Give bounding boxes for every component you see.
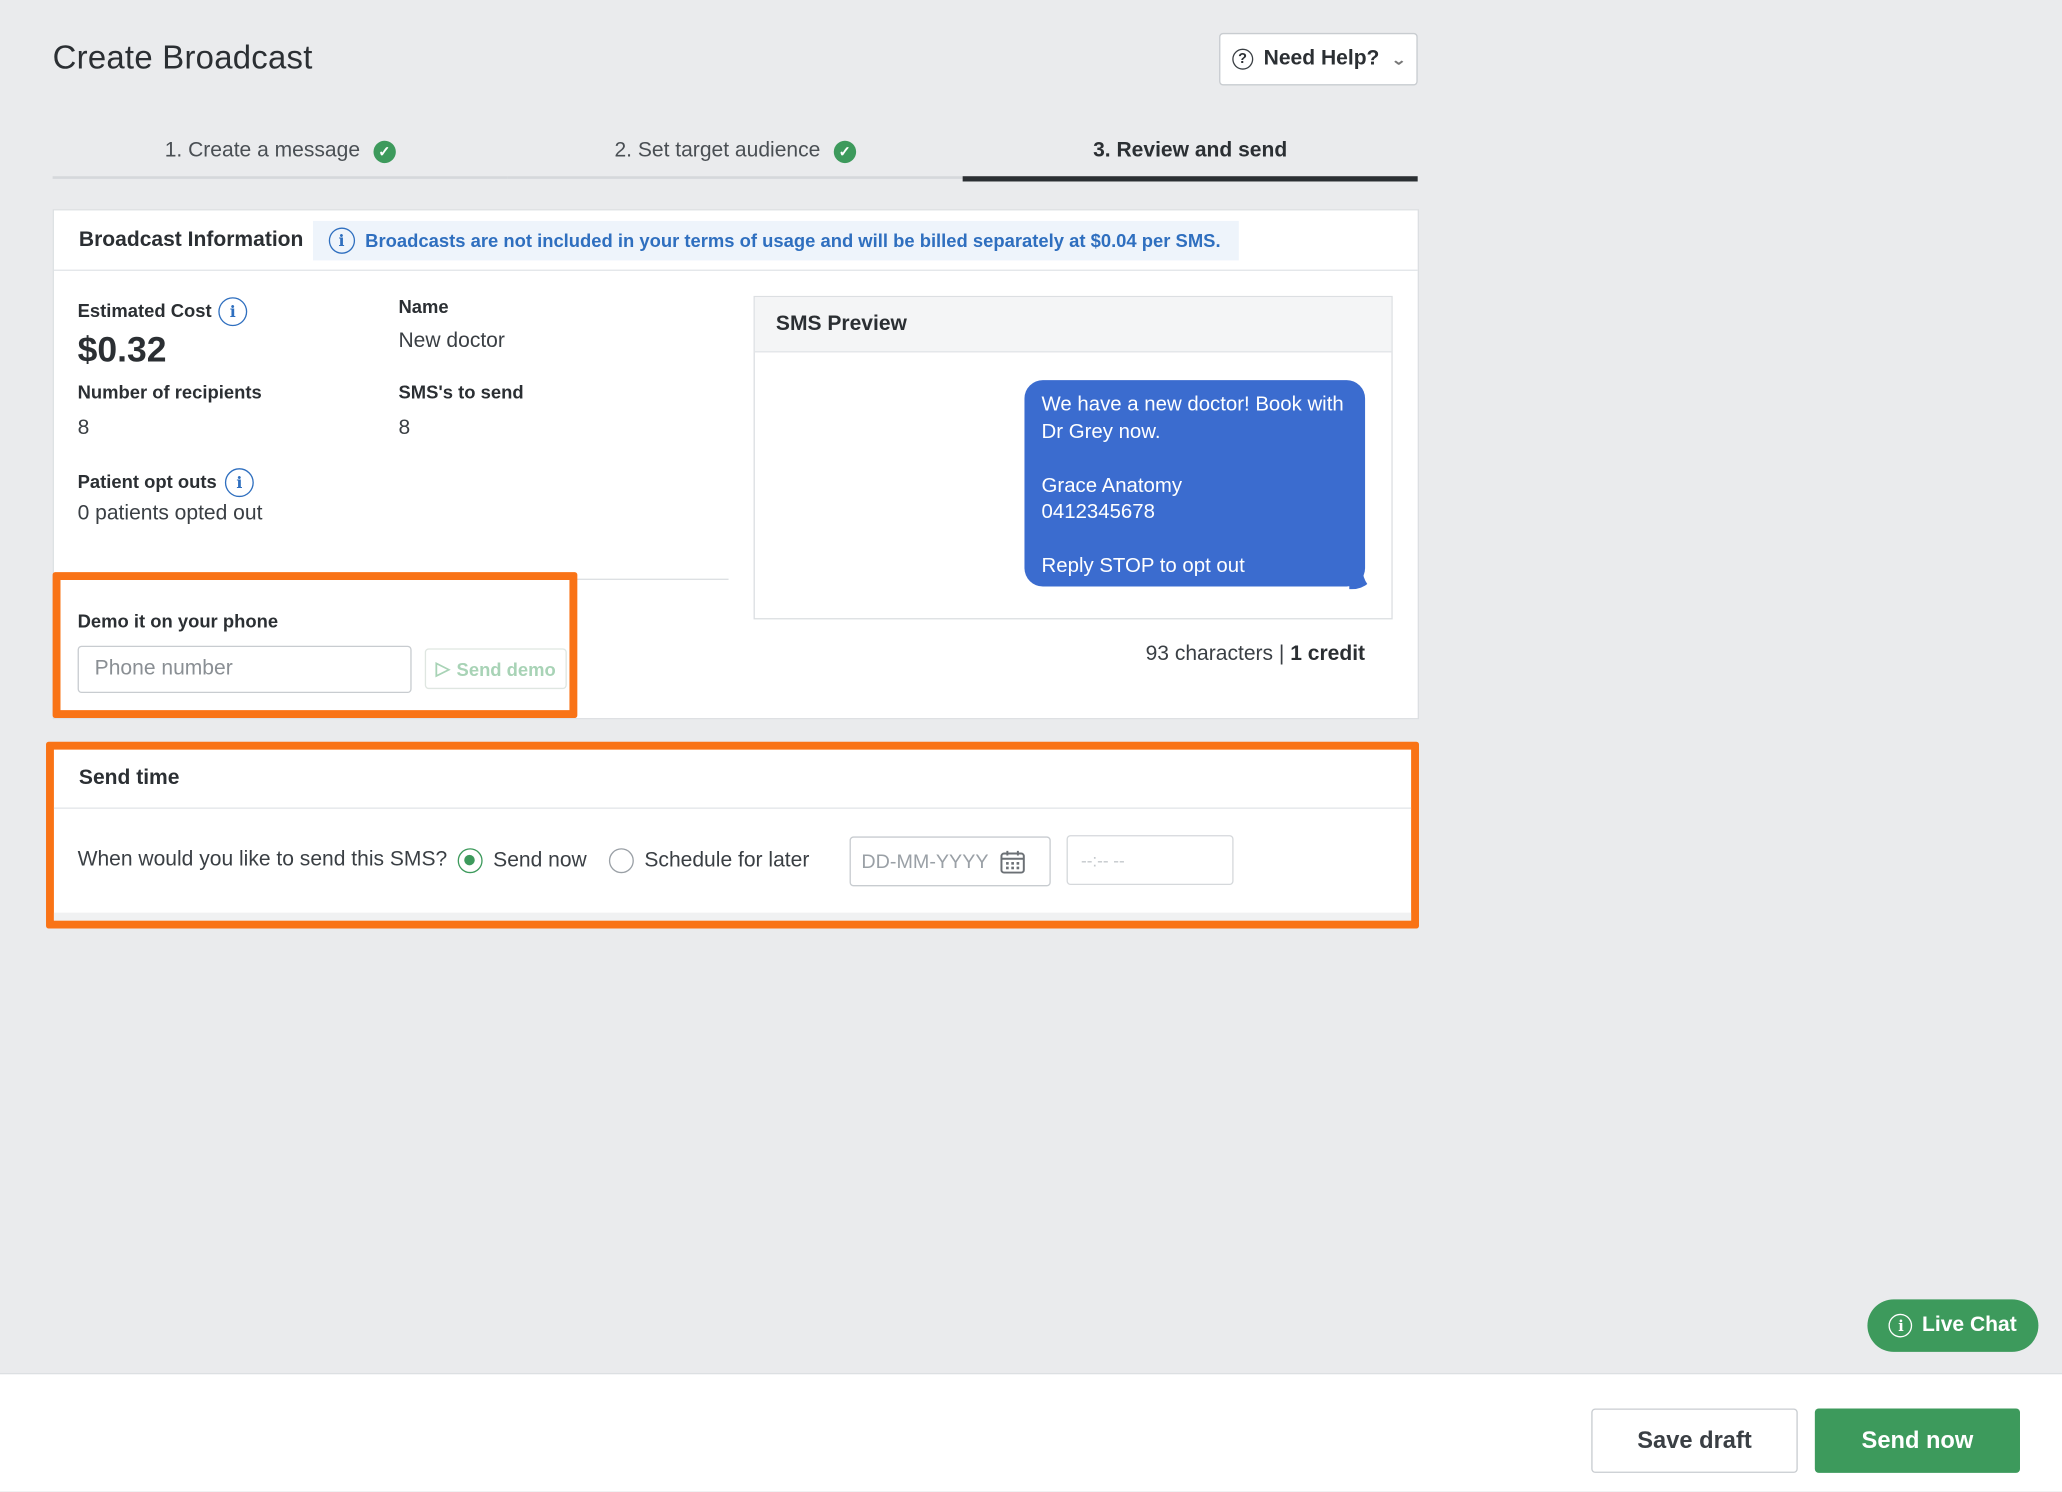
send-now-button[interactable]: Send now — [1814, 1408, 2020, 1473]
send-demo-label: Send demo — [456, 658, 556, 680]
send-now-label: Send now — [493, 848, 587, 872]
date-input[interactable]: DD-MM-YYYY — [849, 836, 1051, 887]
question-icon: ? — [1232, 48, 1254, 70]
schedule-later-radio[interactable] — [608, 848, 634, 874]
step-label: 3. Review and send — [1093, 139, 1288, 162]
name-label: Name — [398, 295, 449, 317]
time-placeholder: --:-- -- — [1081, 850, 1125, 870]
save-draft-button[interactable]: Save draft — [1591, 1408, 1798, 1473]
credits-text: 1 credit — [1290, 643, 1366, 666]
name-value: New doctor — [398, 330, 505, 353]
estimated-cost-info-icon[interactable]: i — [218, 297, 248, 327]
calendar-icon — [1000, 850, 1025, 873]
send-now-option[interactable]: Send now — [457, 848, 587, 874]
sms-to-send-value: 8 — [398, 416, 411, 440]
info-icon: i — [328, 226, 355, 254]
time-input[interactable]: --:-- -- — [1066, 835, 1234, 886]
chat-icon: i — [1889, 1313, 1913, 1338]
estimated-cost-label: Estimated Cost — [77, 299, 212, 321]
tab-review-and-send[interactable]: 3. Review and send — [962, 126, 1418, 182]
characters-text: 93 characters | — [1145, 643, 1291, 666]
sms-bubble: We have a new doctor! Book with Dr Grey … — [1024, 380, 1366, 587]
tab-set-target-audience[interactable]: 2. Set target audience ✓ — [507, 126, 963, 179]
schedule-later-label: Schedule for later — [644, 848, 810, 872]
send-now-radio[interactable] — [457, 848, 483, 874]
check-icon: ✓ — [833, 140, 856, 163]
phone-number-input[interactable] — [77, 645, 412, 694]
step-label: 1. Create a message — [164, 139, 361, 162]
billing-notice: i Broadcasts are not included in your te… — [312, 220, 1239, 260]
recipients-value: 8 — [77, 416, 90, 440]
character-count: 93 characters | 1 credit — [1131, 643, 1365, 667]
stepper: 1. Create a message ✓ 2. Set target audi… — [52, 126, 1418, 184]
step-label: 2. Set target audience — [614, 139, 821, 162]
billing-notice-text: Broadcasts are not included in your term… — [365, 229, 1221, 251]
sms-preview-title: SMS Preview — [754, 297, 1392, 353]
need-help-label: Need Help? — [1263, 47, 1380, 70]
estimated-cost-value: $0.32 — [77, 330, 167, 370]
create-broadcast-page: Create Broadcast ? Need Help? ⌄ 1. Creat… — [0, 0, 2062, 1492]
sms-preview: SMS Preview We have a new doctor! Book w… — [753, 295, 1393, 620]
date-placeholder: DD-MM-YYYY — [861, 850, 989, 873]
send-time-question: When would you like to send this SMS? — [77, 848, 448, 871]
demo-label: Demo it on your phone — [77, 610, 279, 632]
schedule-later-option[interactable]: Schedule for later — [608, 848, 810, 874]
opt-outs-label: Patient opt outs — [77, 470, 217, 492]
panel-title: Broadcast Information — [78, 228, 304, 251]
tab-create-message[interactable]: 1. Create a message ✓ — [52, 126, 508, 179]
chevron-down-icon: ⌄ — [1390, 51, 1407, 68]
send-icon: ▷ — [435, 657, 450, 679]
send-time-title: Send time — [53, 750, 1412, 809]
panel-header: Broadcast Information i Broadcasts are n… — [53, 210, 1418, 271]
sms-message: We have a new doctor! Book with Dr Grey … — [1041, 393, 1344, 578]
live-chat-button[interactable]: i Live Chat — [1867, 1299, 2039, 1352]
check-icon: ✓ — [373, 140, 396, 163]
opt-outs-value: 0 patients opted out — [77, 502, 263, 525]
need-help-button[interactable]: ? Need Help? ⌄ — [1219, 32, 1418, 86]
live-chat-label: Live Chat — [1921, 1313, 2017, 1337]
opt-outs-info-icon[interactable]: i — [224, 468, 254, 498]
send-demo-button[interactable]: ▷ Send demo — [424, 648, 567, 690]
recipients-label: Number of recipients — [77, 381, 262, 403]
page-title: Create Broadcast — [52, 39, 313, 77]
sms-to-send-label: SMS's to send — [398, 381, 524, 403]
